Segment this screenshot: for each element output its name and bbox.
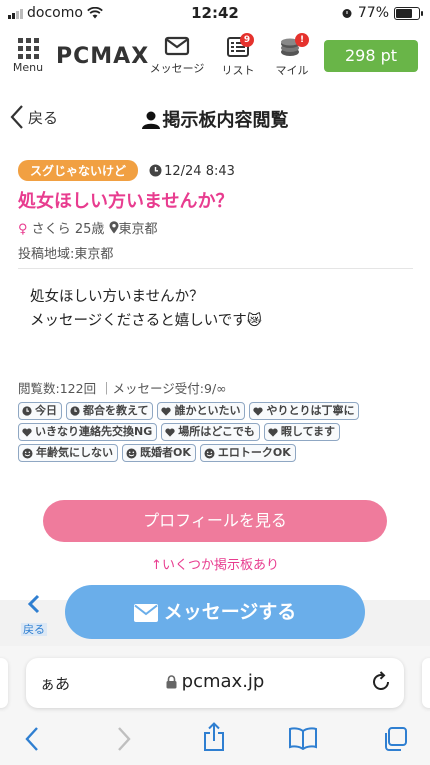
author-age: 25歳 bbox=[74, 222, 105, 237]
reload-icon[interactable] bbox=[370, 670, 392, 694]
app-header: Menu PCMAX メッセージ 9 リスト ! マイル 298 pt bbox=[0, 32, 430, 82]
alarm-icon bbox=[342, 9, 352, 18]
chip-label: 暇してます bbox=[280, 425, 336, 438]
envelope-icon bbox=[164, 36, 190, 56]
chip-label: 年齢気にしない bbox=[36, 446, 113, 459]
chip-today: 今日 bbox=[18, 402, 62, 420]
post-stats: 閲覧数:122回 ｜メッセージ受付:9/∞ bbox=[18, 381, 227, 396]
next-tab-edge[interactable] bbox=[422, 658, 430, 708]
send-message-button[interactable]: メッセージする bbox=[65, 585, 365, 639]
tabs-icon[interactable] bbox=[382, 726, 408, 752]
post-body-line: メッセージくださると嬉しいです😿 bbox=[30, 313, 262, 329]
battery-area: 77% bbox=[341, 5, 423, 21]
more-posts-link[interactable]: ↑いくつか掲示板あり bbox=[0, 554, 430, 573]
heart-icon bbox=[253, 406, 264, 416]
smile-icon bbox=[126, 448, 137, 458]
lock-icon bbox=[166, 675, 177, 689]
clock-icon bbox=[149, 164, 162, 177]
smile-icon bbox=[22, 448, 33, 458]
chip-label: エロトークOK bbox=[217, 446, 291, 459]
menu-grid-icon bbox=[8, 38, 48, 59]
heart-icon bbox=[268, 427, 278, 437]
user-icon bbox=[141, 111, 160, 129]
heart-icon bbox=[165, 427, 175, 437]
clock-icon bbox=[22, 406, 32, 416]
author-name[interactable]: さくら bbox=[32, 222, 71, 237]
page-title-text: 掲示板内容閲覧 bbox=[162, 110, 289, 131]
post-body-line: 処女ほしい方いませんか？ bbox=[30, 289, 204, 305]
chip-label: やりとりは丁寧に bbox=[266, 404, 355, 417]
messages-label: メッセージ bbox=[149, 62, 205, 75]
chip-no-contact-exchange: いきなり連絡先交換NG bbox=[18, 423, 158, 441]
bottom-back-button[interactable]: 戻る bbox=[16, 594, 52, 637]
post-header: スグじゃないけど 12/24 8:43 処女ほしい方いませんか？ ♀ さくら 2… bbox=[18, 160, 413, 262]
chip-label: 今日 bbox=[35, 404, 57, 417]
author-location: 東京都 bbox=[118, 222, 158, 237]
chip-anywhere: 場所はどこでも bbox=[161, 423, 260, 441]
browser-chrome: ぁあ pcmax.jp bbox=[0, 646, 430, 765]
post-region: 投稿地域:東京都 bbox=[18, 247, 114, 262]
clock-icon bbox=[70, 406, 80, 416]
bookmarks-icon[interactable] bbox=[288, 726, 318, 750]
url-display[interactable]: pcmax.jp bbox=[26, 671, 404, 692]
condition-chips: 今日 都合を教えて 誰かといたい やりとりは丁寧に いきなり連絡先交換NG 場所… bbox=[18, 402, 418, 462]
menu-button[interactable]: Menu bbox=[8, 36, 48, 74]
mile-badge: ! bbox=[295, 33, 309, 47]
post-tag: スグじゃないけど bbox=[18, 160, 139, 181]
post-body: 処女ほしい方いませんか？ メッセージくださると嬉しいです😿 bbox=[30, 285, 262, 333]
heart-icon bbox=[161, 406, 172, 416]
battery-percent: 77% bbox=[357, 5, 389, 21]
back-arrow-icon[interactable] bbox=[24, 726, 40, 752]
list-label: リスト bbox=[221, 64, 255, 77]
chip-label: 都合を教えて bbox=[83, 404, 149, 417]
status-bar: docomo 12:42 77% bbox=[0, 0, 430, 26]
list-nav[interactable]: 9 リスト bbox=[218, 33, 258, 78]
chevron-left-icon bbox=[27, 594, 40, 614]
female-icon: ♀ bbox=[18, 222, 28, 237]
location-pin-icon bbox=[109, 221, 119, 234]
mile-nav[interactable]: ! マイル bbox=[272, 33, 312, 78]
envelope-icon bbox=[133, 604, 158, 622]
address-bar[interactable]: ぁあ pcmax.jp bbox=[26, 658, 404, 708]
chip-erotalk-ok: エロトークOK bbox=[199, 444, 296, 462]
page-header: 戻る 掲示板内容閲覧 bbox=[0, 100, 430, 136]
post-date: 12/24 8:43 bbox=[149, 164, 235, 179]
chip-age-ok: 年齢気にしない bbox=[18, 444, 118, 462]
view-profile-button[interactable]: プロフィールを見る bbox=[43, 500, 387, 542]
chip-label: 誰かといたい bbox=[174, 404, 241, 417]
prev-tab-edge[interactable] bbox=[0, 658, 8, 708]
chip-label: 場所はどこでも bbox=[178, 425, 255, 438]
chip-label: いきなり連絡先交換NG bbox=[35, 425, 153, 438]
smile-icon bbox=[204, 448, 215, 458]
post-author: ♀ さくら 25歳 東京都 bbox=[18, 218, 413, 237]
page-title: 掲示板内容閲覧 bbox=[0, 106, 430, 132]
list-badge: 9 bbox=[240, 33, 254, 47]
chip-married-ok: 既婚者OK bbox=[122, 444, 196, 462]
url-text: pcmax.jp bbox=[181, 671, 265, 692]
chip-label: 既婚者OK bbox=[140, 446, 191, 459]
pcmax-logo[interactable]: PCMAX bbox=[56, 44, 149, 69]
messages-nav[interactable]: メッセージ bbox=[148, 36, 206, 76]
chip-want-company: 誰かといたい bbox=[157, 402, 246, 420]
points-button[interactable]: 298 pt bbox=[324, 40, 418, 72]
forward-arrow-icon[interactable] bbox=[116, 726, 132, 752]
mile-label: マイル bbox=[275, 64, 309, 77]
chip-tell-schedule: 都合を教えて bbox=[66, 402, 154, 420]
share-icon[interactable] bbox=[202, 722, 226, 752]
divider bbox=[18, 268, 413, 269]
post-title: 処女ほしい方いませんか？ bbox=[18, 191, 234, 212]
browser-toolbar bbox=[0, 722, 430, 758]
send-message-label: メッセージする bbox=[163, 601, 297, 623]
heart-icon bbox=[22, 427, 32, 437]
chip-polite: やりとりは丁寧に bbox=[249, 402, 360, 420]
chip-free-time: 暇してます bbox=[263, 423, 341, 441]
battery-icon bbox=[394, 6, 423, 20]
bottom-back-label: 戻る bbox=[21, 623, 47, 636]
menu-label: Menu bbox=[12, 61, 44, 74]
post-date-text: 12/24 8:43 bbox=[164, 164, 235, 179]
